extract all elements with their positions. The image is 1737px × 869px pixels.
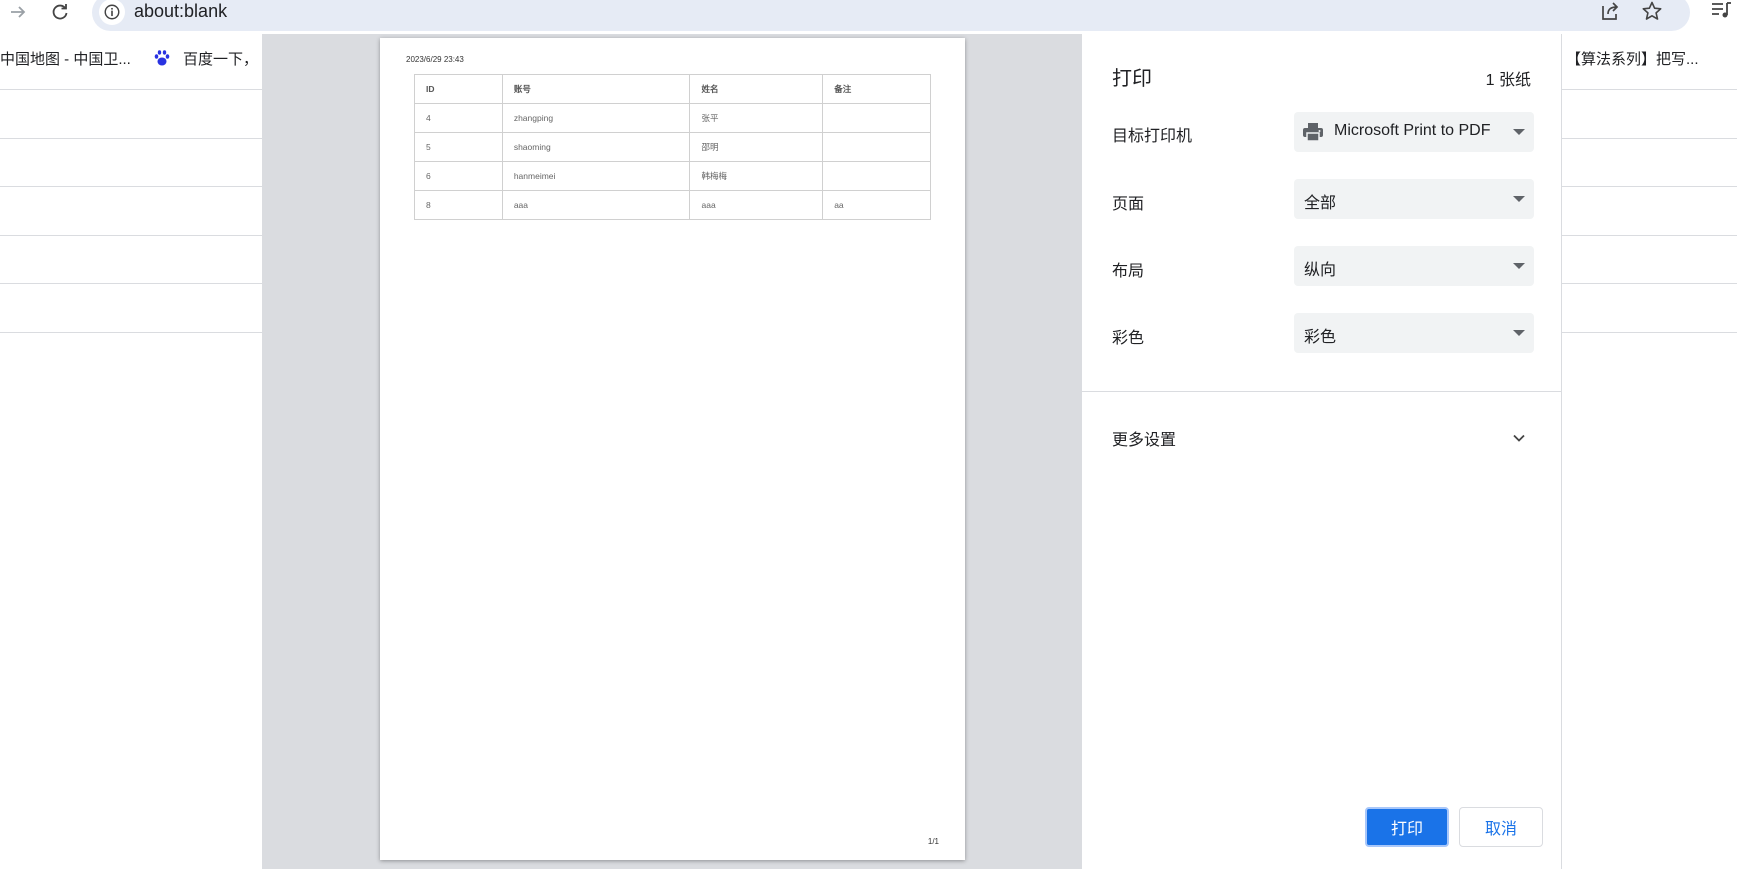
- table-cell: [822, 161, 931, 191]
- sheet-count: 1 张纸: [1485, 72, 1531, 89]
- table-row: 6 hanmeimei 韩梅梅: [414, 161, 931, 191]
- dialog-title: 打印: [1112, 68, 1152, 90]
- table-cell: [822, 103, 931, 133]
- star-icon[interactable]: [1641, 0, 1663, 22]
- table-row: 5 shaoming 邵明: [414, 132, 931, 162]
- table-cell: shaoming: [501, 132, 691, 162]
- column-header: ID: [414, 74, 503, 104]
- table-cell: [822, 132, 931, 162]
- column-header: 账号: [501, 74, 691, 104]
- browser-toolbar: about:blank: [0, 0, 1737, 36]
- bookmark-china-map[interactable]: 中国地图 - 中国卫...: [0, 48, 131, 69]
- table-cell: zhangping: [501, 103, 691, 133]
- reload-button[interactable]: [45, 0, 75, 24]
- reload-icon: [52, 4, 68, 20]
- baidu-paw-icon: [154, 50, 170, 66]
- color-select[interactable]: 彩色: [1294, 313, 1534, 353]
- info-icon[interactable]: [99, 0, 125, 25]
- color-label: 彩色: [1112, 330, 1145, 347]
- layout-label: 布局: [1112, 263, 1145, 280]
- table-cell: aaa: [501, 190, 691, 220]
- print-settings-panel: 打印 1 张纸 目标打印机 Microsoft Print to PDF 页面 …: [1082, 34, 1562, 869]
- column-header: 姓名: [689, 74, 824, 104]
- table-header-row: ID 账号 姓名 备注: [414, 74, 931, 104]
- table-cell: 邵明: [689, 132, 824, 162]
- destination-select[interactable]: Microsoft Print to PDF: [1294, 112, 1534, 152]
- print-dialog: 2023/6/29 23:43 ID 账号 姓名 备注 4 zhangping …: [262, 34, 1562, 869]
- bookmark-algorithm-series[interactable]: 【算法系列】把写...: [1566, 48, 1699, 69]
- table-cell: 6: [414, 161, 503, 191]
- settings-divider: [1082, 391, 1562, 392]
- preview-table: ID 账号 姓名 备注 4 zhangping 张平 5 shaoming 邵明…: [414, 74, 931, 220]
- table-cell: aaa: [689, 190, 824, 220]
- url-text[interactable]: about:blank: [134, 1, 227, 22]
- table-cell: hanmeimei: [501, 161, 691, 191]
- table-cell: 5: [414, 132, 503, 162]
- pages-value: 全部: [1304, 195, 1337, 212]
- chevron-down-icon[interactable]: [1511, 430, 1527, 446]
- preview-date: 2023/6/29 23:43: [406, 55, 464, 64]
- destination-label: 目标打印机: [1112, 128, 1193, 145]
- arrow-forward-icon: [11, 6, 26, 18]
- pages-select[interactable]: 全部: [1294, 179, 1534, 219]
- dropdown-arrow-icon: [1513, 196, 1525, 202]
- destination-value: Microsoft Print to PDF: [1334, 122, 1491, 139]
- table-cell: aa: [822, 190, 931, 220]
- print-button[interactable]: 打印: [1365, 807, 1449, 847]
- media-control-icon[interactable]: [1710, 0, 1732, 22]
- table-cell: 8: [414, 190, 503, 220]
- table-row: 8 aaa aaa aa: [414, 190, 931, 220]
- dropdown-arrow-icon: [1513, 263, 1525, 269]
- layout-value: 纵向: [1304, 262, 1337, 279]
- color-value: 彩色: [1304, 329, 1337, 346]
- layout-select[interactable]: 纵向: [1294, 246, 1534, 286]
- bookmark-baidu[interactable]: 百度一下，: [183, 48, 258, 69]
- table-cell: 张平: [689, 103, 824, 133]
- preview-page: 2023/6/29 23:43 ID 账号 姓名 备注 4 zhangping …: [380, 38, 965, 860]
- pages-label: 页面: [1112, 196, 1145, 213]
- forward-button[interactable]: [3, 0, 33, 24]
- share-icon[interactable]: [1600, 0, 1622, 22]
- column-header: 备注: [822, 74, 931, 104]
- printer-icon: [1303, 123, 1323, 142]
- dropdown-arrow-icon: [1513, 330, 1525, 336]
- table-cell: 4: [414, 103, 503, 133]
- dropdown-arrow-icon: [1513, 129, 1525, 135]
- print-preview-area: 2023/6/29 23:43 ID 账号 姓名 备注 4 zhangping …: [262, 34, 1082, 869]
- table-row: 4 zhangping 张平: [414, 103, 931, 133]
- more-settings-label[interactable]: 更多设置: [1112, 426, 1176, 450]
- address-bar[interactable]: about:blank: [92, 0, 1690, 31]
- table-cell: 韩梅梅: [689, 161, 824, 191]
- preview-page-number: 1/1: [927, 837, 939, 846]
- cancel-button[interactable]: 取消: [1459, 807, 1543, 847]
